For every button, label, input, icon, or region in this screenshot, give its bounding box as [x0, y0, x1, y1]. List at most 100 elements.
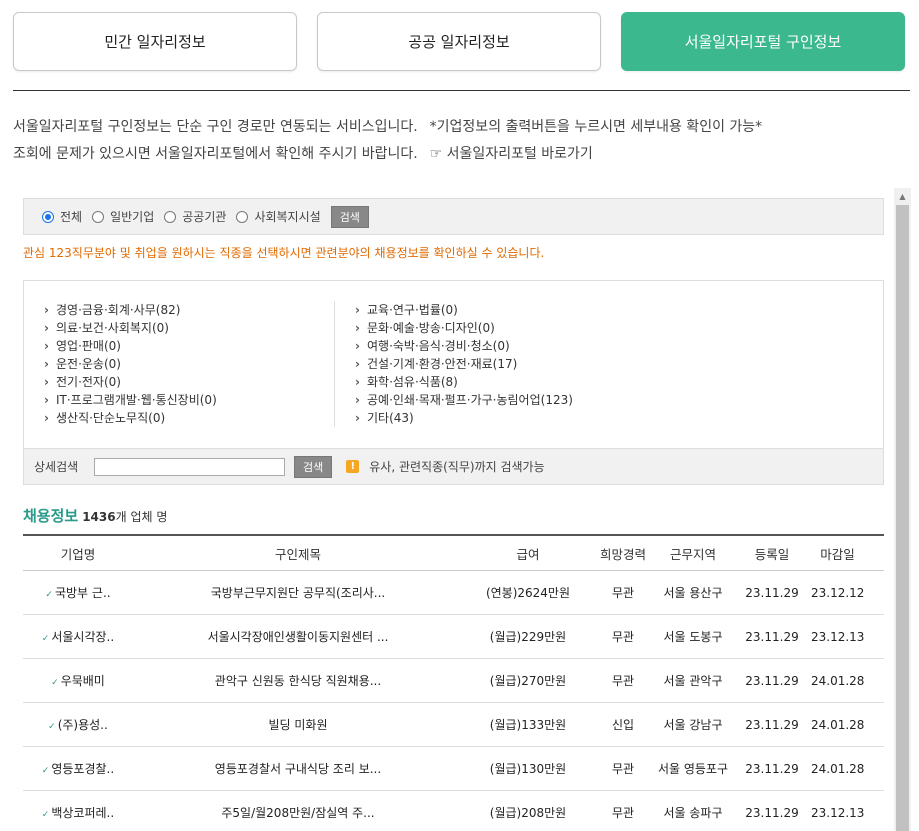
table-row[interactable]: 백상코퍼레..주5일/월208만원/잠실역 주... (월급)208만원 무관 서울 …: [23, 791, 884, 831]
radio-public-institution[interactable]: 공공기관: [164, 208, 226, 225]
due-date: 23.12.12: [811, 585, 864, 600]
radio-dot-icon[interactable]: [92, 210, 105, 223]
category-list-left: 경영·금융·회계·사무(82) 의료·보건·사회복지(0) 영업·판매(0) 운…: [44, 301, 217, 427]
seoul-logo-icon: [42, 631, 50, 644]
category-divider: [334, 301, 335, 427]
career: 무관: [611, 806, 635, 820]
company-name: 서울시각장..: [23, 628, 133, 645]
pay: (월급)130만원: [489, 762, 567, 776]
category-item[interactable]: 의료·보건·사회복지(0): [44, 319, 217, 337]
career: 무관: [611, 586, 635, 600]
table-row[interactable]: (주)용성..빌딩 미화원 (월급)133만원 신입 서울 강남구 23.11.29 24…: [23, 703, 884, 747]
reg-date: 23.11.29: [745, 673, 799, 688]
table-row[interactable]: 국방부 근..국방부근무지원단 공무직(조리사... (연봉)2624만원 무관 서울…: [23, 571, 884, 615]
radio-dot-icon[interactable]: [164, 210, 177, 223]
scroll-up-icon[interactable]: ▲: [894, 188, 911, 204]
category-list-right: 교육·연구·법률(0) 문화·예술·방송·디자인(0) 여행·숙박·음식·경비·…: [355, 301, 573, 427]
category-item[interactable]: 경영·금융·회계·사무(82): [44, 301, 217, 319]
due-date: 24.01.28: [811, 761, 864, 776]
pay: (연봉)2624만원: [485, 586, 571, 600]
due-date: 24.01.28: [811, 673, 864, 688]
col-career: 희망경력: [599, 546, 646, 562]
seoul-logo-icon: [42, 807, 50, 820]
due-date: 24.01.28: [811, 717, 864, 732]
category-item[interactable]: 운전·운송(0): [44, 355, 217, 373]
detail-search-label: 상세검색: [34, 460, 79, 474]
job-table: 기업명 구인제목 급여 희망경력 근무지역 등록일 마감일 국방부 근..국방부…: [23, 534, 884, 831]
detail-search-button[interactable]: 검색: [294, 455, 333, 478]
filter-search-button[interactable]: 검색: [330, 205, 369, 228]
table-row[interactable]: 우묵배미관악구 신원동 한식당 직원채용... (월급)270만원 무관 서울 관악구…: [23, 659, 884, 703]
region: 서울 용산구: [663, 586, 723, 600]
seoul-logo-icon: [51, 675, 59, 688]
tab-bar: 민간 일자리정보 공공 일자리정보 서울일자리포털 구인정보: [13, 12, 905, 71]
reg-date: 23.11.29: [745, 717, 799, 732]
company-type-filter: 전체 일반기업 공공기관 사회복지시설 검색: [23, 198, 884, 235]
info-line2-a: 조회에 문제가 있으시면 서울일자리포털에서 확인해 주시기 바랍니다.: [13, 146, 418, 162]
scrollbar-thumb[interactable]: [896, 205, 909, 831]
category-item[interactable]: IT·프로그램개발·웹·통신장비(0): [44, 391, 217, 409]
reg-date: 23.11.29: [745, 585, 799, 600]
table-row[interactable]: 서울시각장..서울시각장애인생활이동지원센터 ... (월급)229만원 무관 서울 …: [23, 615, 884, 659]
job-category-box: 경영·금융·회계·사무(82) 의료·보건·사회복지(0) 영업·판매(0) 운…: [23, 280, 884, 449]
job-title[interactable]: 주5일/월208만원/잠실역 주...: [133, 804, 463, 821]
col-due-date: 마감일: [820, 546, 855, 562]
seoul-logo-icon: [45, 587, 53, 600]
warning-icon: !: [346, 460, 360, 473]
category-item[interactable]: 영업·판매(0): [44, 337, 217, 355]
radio-social-welfare[interactable]: 사회복지시설: [236, 208, 321, 225]
radio-general-company[interactable]: 일반기업: [92, 208, 154, 225]
job-title[interactable]: 영등포경찰서 구내식당 조리 보...: [133, 760, 463, 777]
career: 신입: [611, 718, 635, 732]
reg-date: 23.11.29: [745, 629, 799, 644]
category-item[interactable]: 화학·섬유·식품(8): [355, 373, 573, 391]
reg-date: 23.11.29: [745, 805, 799, 820]
pay: (월급)208만원: [489, 806, 567, 820]
radio-dot-icon[interactable]: [236, 210, 249, 223]
category-item[interactable]: 전기·전자(0): [44, 373, 217, 391]
tab-divider: [13, 90, 910, 91]
table-row[interactable]: 영등포경찰..영등포경찰서 구내식당 조리 보... (월급)130만원 무관 서울 …: [23, 747, 884, 791]
region: 서울 송파구: [663, 806, 723, 820]
company-name: 국방부 근..: [23, 584, 133, 601]
listing-title: 채용정보 1436개 업체 명: [23, 507, 168, 525]
category-item[interactable]: 공예·인쇄·목재·펄프·가구·농림어업(123): [355, 391, 573, 409]
category-item[interactable]: 생산직·단순노무직(0): [44, 409, 217, 427]
career: 무관: [611, 630, 635, 644]
seoul-portal-link[interactable]: ☞ 서울일자리포털 바로가기: [430, 146, 593, 162]
info-text: 서울일자리포털 구인정보는 단순 구인 경로만 연동되는 서비스입니다. *기업정…: [13, 114, 762, 168]
category-item[interactable]: 건설·기계·환경·안전·재료(17): [355, 355, 573, 373]
category-item[interactable]: 여행·숙박·음식·경비·청소(0): [355, 337, 573, 355]
company-name: (주)용성..: [23, 716, 133, 733]
job-title[interactable]: 서울시각장애인생활이동지원센터 ...: [133, 628, 463, 645]
job-title[interactable]: 관악구 신원동 한식당 직원채용...: [133, 672, 463, 689]
col-title: 구인제목: [274, 546, 321, 562]
seoul-logo-icon: [42, 763, 50, 776]
detail-search-hint: 유사, 관련직종(직무)까지 검색가능: [369, 460, 545, 474]
listing-count: 1436개 업체 명: [82, 510, 168, 524]
notice-text: 관심 123직무분야 및 취업을 원하시는 직종을 선택하시면 관련분야의 채용…: [23, 246, 545, 260]
radio-all[interactable]: 전체: [42, 208, 82, 225]
tab-private-jobs[interactable]: 민간 일자리정보: [13, 12, 297, 71]
job-title[interactable]: 빌딩 미화원: [133, 716, 463, 733]
career: 무관: [611, 762, 635, 776]
detail-search-input[interactable]: [94, 457, 285, 476]
category-item[interactable]: 교육·연구·법률(0): [355, 301, 573, 319]
table-header: 기업명 구인제목 급여 희망경력 근무지역 등록일 마감일: [23, 534, 884, 571]
tab-seoul-portal-jobs[interactable]: 서울일자리포털 구인정보: [621, 12, 905, 71]
region: 서울 관악구: [663, 674, 723, 688]
reg-date: 23.11.29: [745, 761, 799, 776]
tab-public-jobs[interactable]: 공공 일자리정보: [317, 12, 601, 71]
region: 서울 강남구: [663, 718, 723, 732]
seoul-logo-icon: [48, 719, 56, 732]
col-region: 근무지역: [669, 546, 716, 562]
pay: (월급)133만원: [489, 718, 567, 732]
category-item[interactable]: 문화·예술·방송·디자인(0): [355, 319, 573, 337]
job-title[interactable]: 국방부근무지원단 공무직(조리사...: [133, 584, 463, 601]
company-name: 백상코퍼레..: [23, 804, 133, 821]
region: 서울 영등포구: [657, 762, 729, 776]
category-item[interactable]: 기타(43): [355, 409, 573, 427]
col-reg-date: 등록일: [754, 546, 790, 562]
due-date: 23.12.13: [811, 629, 864, 644]
radio-dot-icon[interactable]: [42, 210, 54, 223]
